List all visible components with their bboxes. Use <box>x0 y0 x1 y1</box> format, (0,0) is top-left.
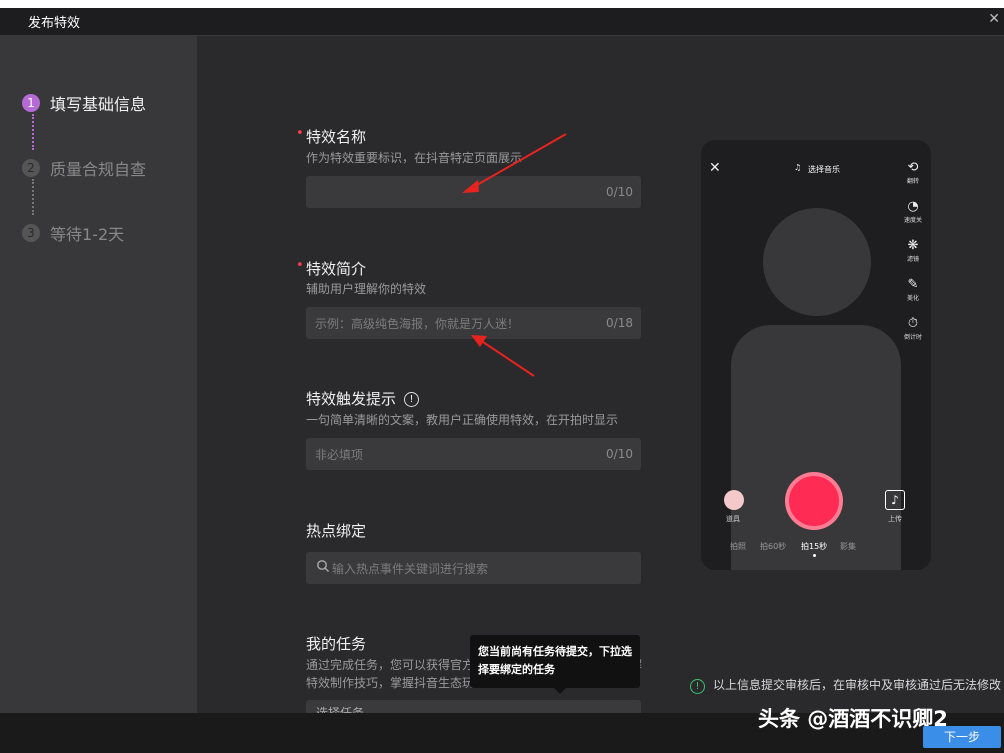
review-notice: ! 以上信息提交审核后，在审核中及审核通过后无法修改 <box>690 676 1001 694</box>
arrowhead <box>471 335 487 347</box>
next-step-button[interactable]: 下一步 <box>923 726 1001 748</box>
watermark: 头条 @酒酒不识卿2 <box>758 707 948 731</box>
notice-icon: ! <box>690 679 705 694</box>
arrow-line <box>479 339 535 377</box>
annotation-arrows <box>462 133 567 377</box>
arrow-line <box>469 133 567 190</box>
arrowhead <box>462 180 479 193</box>
